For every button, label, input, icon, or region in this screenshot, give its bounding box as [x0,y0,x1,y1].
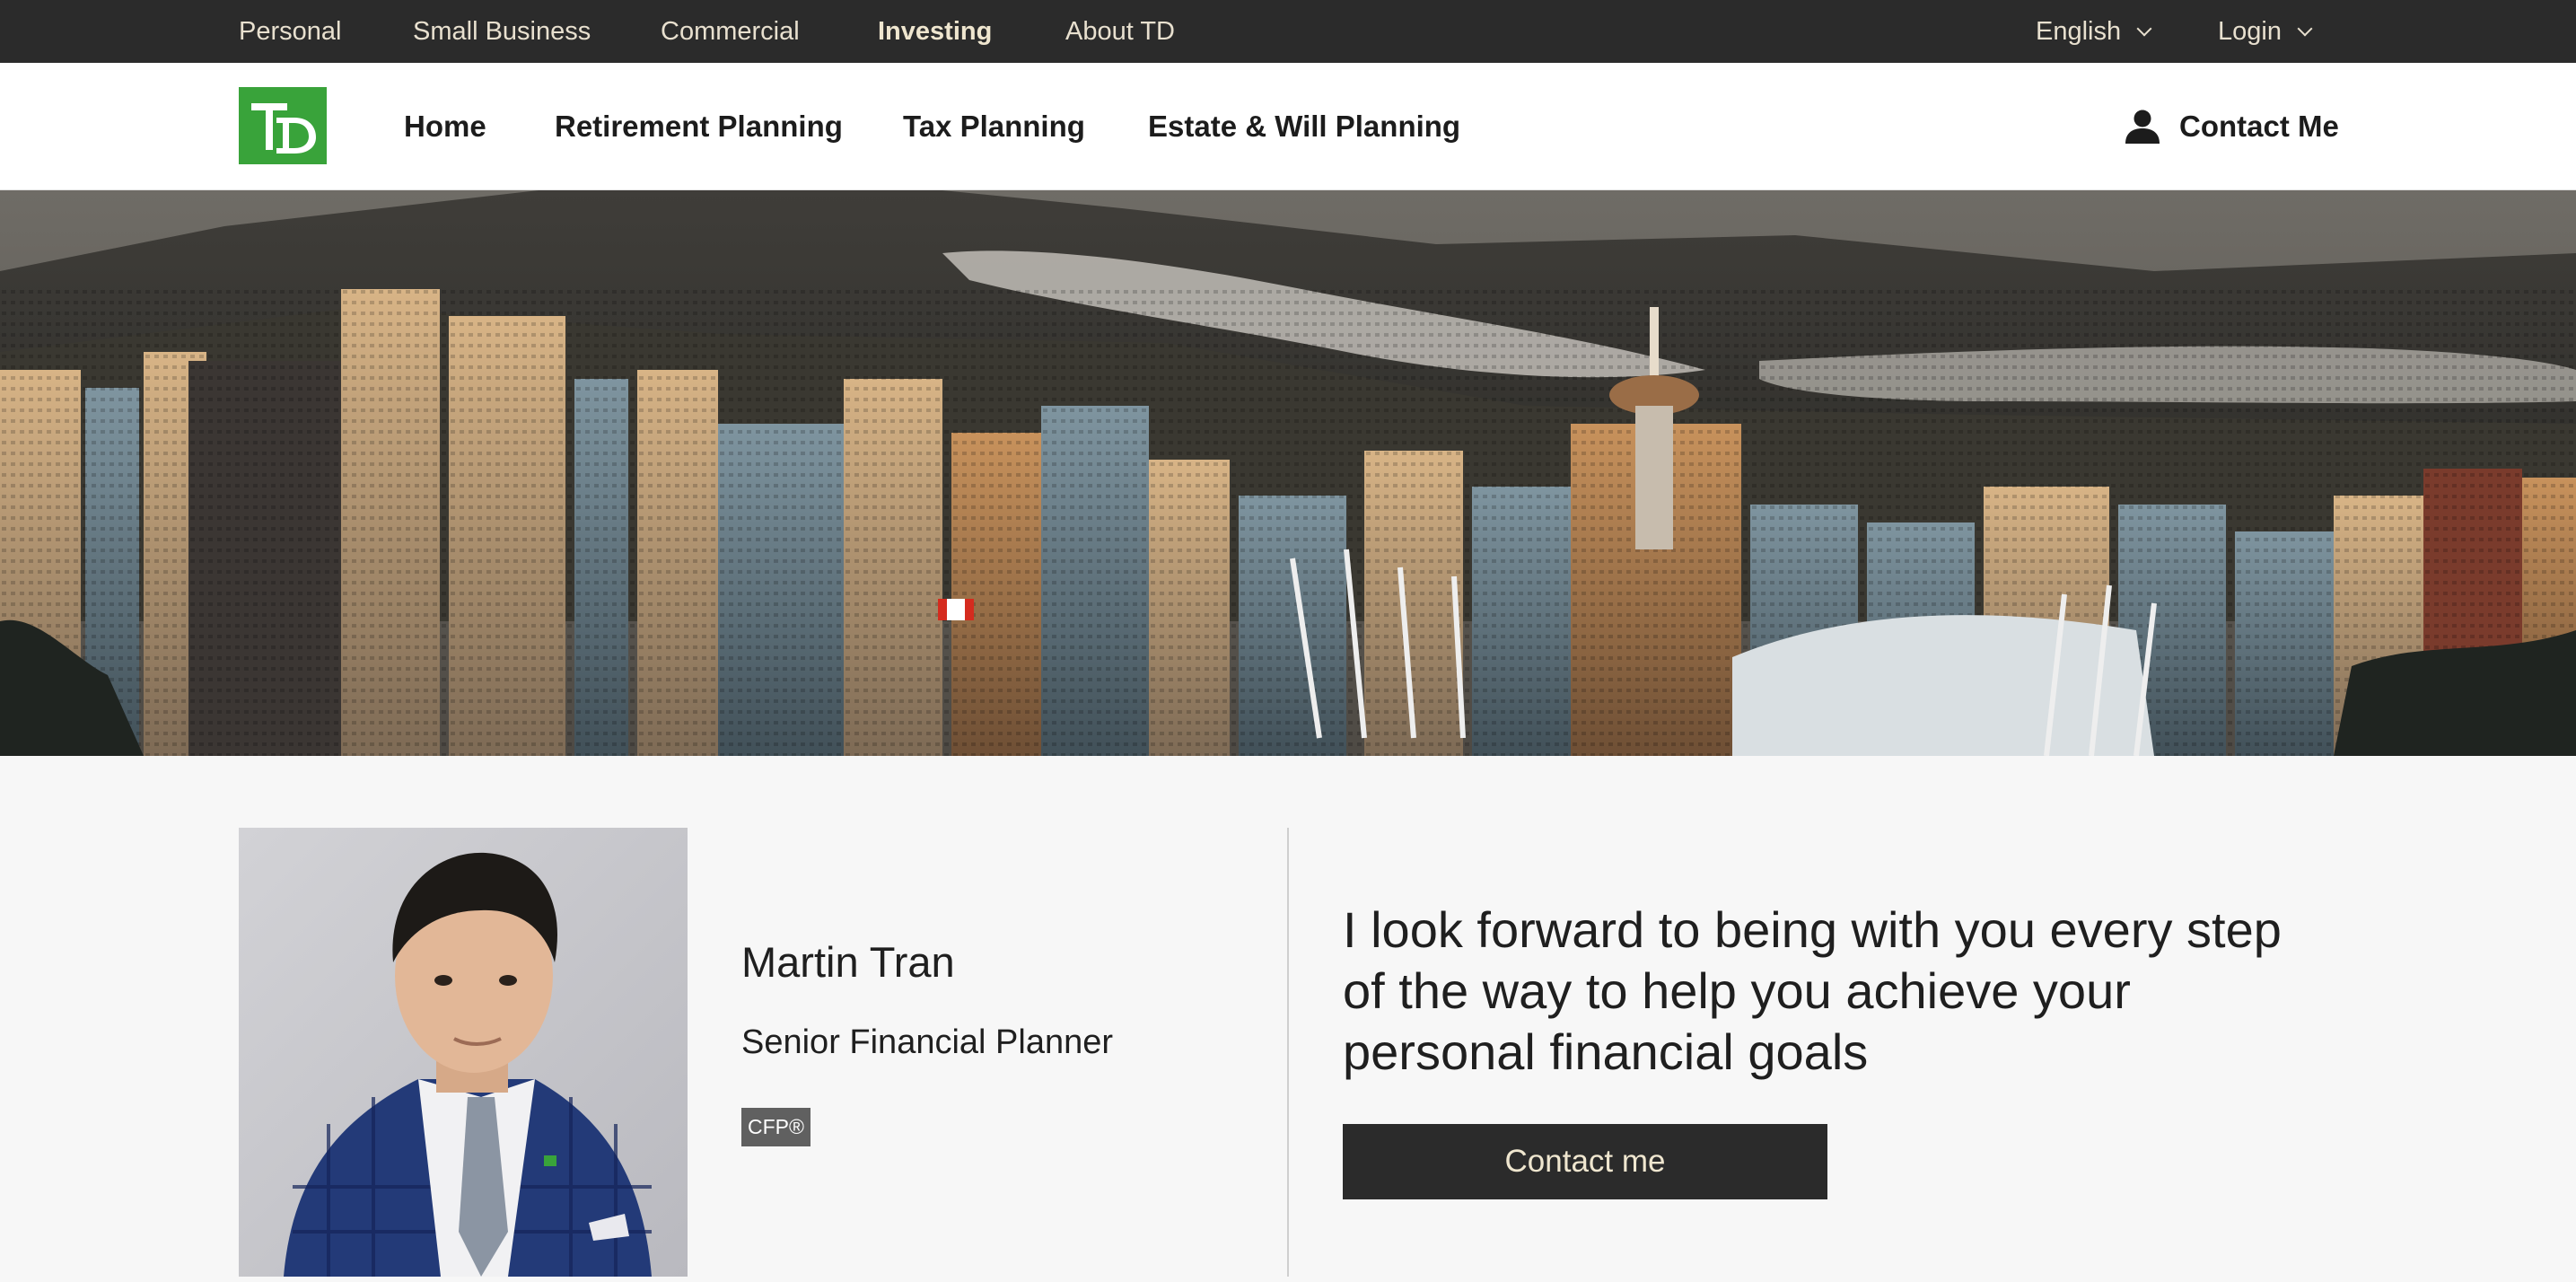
nav-home[interactable]: Home [404,63,486,190]
chevron-down-icon [2297,21,2313,37]
login-label: Login [2218,17,2282,46]
top-utility-bar: Personal Small Business Commercial Inves… [0,0,2576,63]
nav-estate-will-planning[interactable]: Estate & Will Planning [1148,63,1460,190]
nav-tax-planning[interactable]: Tax Planning [903,63,1085,190]
advisor-title: Senior Financial Planner [741,1023,1114,1061]
advisor-profile-section: Martin Tran Senior Financial Planner CFP… [0,756,2576,1282]
td-logo-icon [239,87,327,164]
chevron-down-icon [2136,21,2152,37]
nav-retirement-planning[interactable]: Retirement Planning [555,63,843,190]
main-navigation: Home Retirement Planning Tax Planning Es… [0,63,2576,190]
topbar-link-commercial[interactable]: Commercial [661,0,800,63]
advisor-quote: I look forward to being with you every s… [1343,901,2282,1080]
hero-banner [0,190,2576,756]
contact-me-link[interactable]: Contact Me [2124,63,2339,190]
section-divider [1287,828,1289,1277]
language-label: English [2036,17,2122,46]
topbar-link-about-td[interactable]: About TD [1065,0,1175,63]
td-logo[interactable] [239,87,327,164]
language-selector[interactable]: English [2036,0,2152,63]
person-icon [2125,110,2160,144]
topbar-link-investing[interactable]: Investing [878,0,992,63]
city-skyline-image [0,190,2576,756]
contact-me-button[interactable]: Contact me [1343,1124,1827,1199]
advisor-portrait-image [239,828,688,1277]
contact-me-label: Contact Me [2179,110,2339,143]
advisor-name: Martin Tran [741,938,955,986]
designation-badge: CFP® [741,1108,810,1146]
advisor-photo [239,828,688,1277]
login-dropdown[interactable]: Login [2218,0,2313,63]
topbar-link-small-business[interactable]: Small Business [413,0,591,63]
topbar-link-personal[interactable]: Personal [239,0,341,63]
